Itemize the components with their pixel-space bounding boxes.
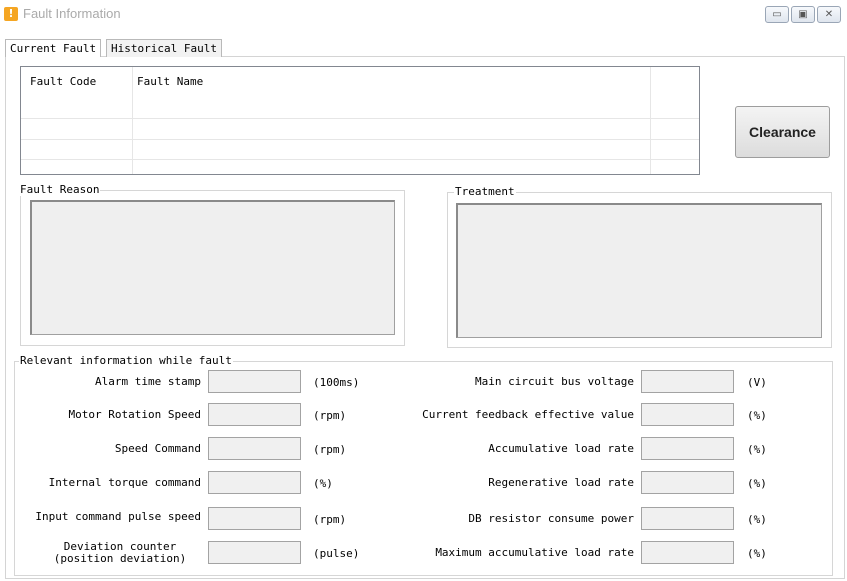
current-feedback-effective-value-label: Current feedback effective value [422,408,634,421]
tab-historical-fault[interactable]: Historical Fault [106,39,222,57]
fault-reason-textarea[interactable] [30,200,395,335]
input-command-pulse-speed-label: Input command pulse speed [35,510,201,523]
motor-rotation-speed-unit: (rpm) [313,409,347,422]
warning-icon: ! [4,7,18,21]
close-button[interactable]: ✕ [817,6,841,23]
window-title: Fault Information [23,6,121,21]
minimize-button[interactable]: ▭ [765,6,789,23]
deviation-counter-unit: (pulse) [313,547,360,560]
current-feedback-effective-value-field[interactable] [641,403,734,426]
db-resistor-consume-power-field[interactable] [641,507,734,530]
current-feedback-effective-value-unit: (%) [747,409,767,422]
deviation-counter-sublabel: (position deviation) [53,552,187,565]
alarm-time-stamp-label: Alarm time stamp [95,375,201,388]
fault-reason-label: Fault Reason [19,183,101,196]
alarm-time-stamp-field[interactable] [208,370,301,393]
regenerative-load-rate-field[interactable] [641,471,734,494]
table-row-divider [21,139,699,140]
regenerative-load-rate-label: Regenerative load rate [488,476,634,489]
maximum-accumulative-load-rate-field[interactable] [641,541,734,564]
speed-command-field[interactable] [208,437,301,460]
input-command-pulse-speed-unit: (rpm) [313,513,347,526]
maximum-accumulative-load-rate-unit: (%) [747,547,767,560]
db-resistor-consume-power-unit: (%) [747,513,767,526]
motor-rotation-speed-label: Motor Rotation Speed [68,408,201,421]
db-resistor-consume-power-label: DB resistor consume power [468,512,634,525]
internal-torque-command-unit: (%) [313,477,333,490]
title-bar [0,0,847,28]
maximize-button[interactable]: ▣ [791,6,815,23]
deviation-counter-field[interactable] [208,541,301,564]
deviation-counter-label: Deviation counter [63,540,177,553]
table-column-divider [650,67,651,174]
speed-command-unit: (rpm) [313,443,347,456]
column-header-fault-name[interactable]: Fault Name [137,75,203,88]
motor-rotation-speed-field[interactable] [208,403,301,426]
accumulative-load-rate-field[interactable] [641,437,734,460]
table-column-divider [132,67,133,174]
internal-torque-command-label: Internal torque command [48,476,201,489]
main-circuit-bus-voltage-unit: (V) [747,376,767,389]
clearance-button[interactable]: Clearance [735,106,830,158]
treatment-textarea[interactable] [456,203,822,338]
table-row-divider [21,159,699,160]
input-command-pulse-speed-field[interactable] [208,507,301,530]
tab-current-fault[interactable]: Current Fault [5,39,102,57]
regenerative-load-rate-unit: (%) [747,477,767,490]
main-circuit-bus-voltage-label: Main circuit bus voltage [475,375,634,388]
accumulative-load-rate-label: Accumulative load rate [488,442,634,455]
relevant-info-label: Relevant information while fault [19,354,233,367]
accumulative-load-rate-unit: (%) [747,443,767,456]
fault-list-table[interactable]: Fault Code Fault Name [20,66,700,175]
main-circuit-bus-voltage-field[interactable] [641,370,734,393]
column-header-fault-code[interactable]: Fault Code [30,75,96,88]
table-row-divider [21,118,699,119]
treatment-label: Treatment [454,185,516,198]
maximum-accumulative-load-rate-label: Maximum accumulative load rate [435,546,634,559]
internal-torque-command-field[interactable] [208,471,301,494]
speed-command-label: Speed Command [114,442,201,455]
alarm-time-stamp-unit: (100ms) [313,376,360,389]
